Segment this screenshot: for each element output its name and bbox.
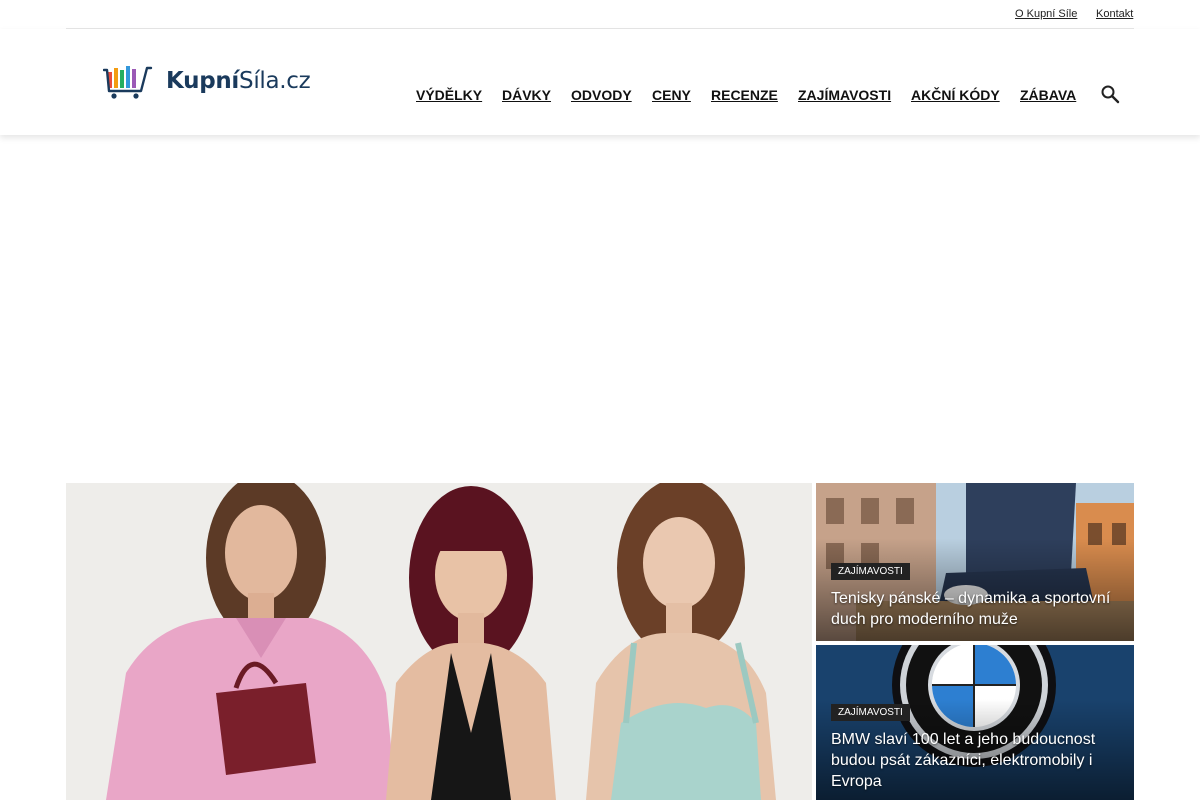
search-icon[interactable]: [1100, 84, 1120, 104]
category-badge[interactable]: ZAJÍMAVOSTI: [831, 704, 910, 721]
featured-article-side-1[interactable]: ZAJÍMAVOSTI Tenisky pánské – dynamika a …: [816, 483, 1134, 641]
ad-placeholder: [66, 135, 1134, 483]
category-badge[interactable]: ZAJÍMAVOSTI: [831, 563, 910, 580]
nav-item-odvody[interactable]: ODVODY: [571, 87, 632, 103]
article-title[interactable]: BMW slaví 100 let a jeho budoucnost budo…: [831, 729, 1116, 792]
featured-article-main[interactable]: [66, 483, 812, 800]
about-link[interactable]: O Kupní Síle: [1015, 8, 1077, 20]
top-utility-bar: O Kupní Síle Kontakt: [66, 0, 1134, 29]
site-header: KupníSíla.cz VÝDĚLKY DÁVKY ODVODY CENY R…: [0, 29, 1200, 135]
contact-link[interactable]: Kontakt: [1096, 8, 1133, 20]
nav-item-ceny[interactable]: CENY: [652, 87, 691, 103]
main-navigation: VÝDĚLKY DÁVKY ODVODY CENY RECENZE ZAJÍMA…: [0, 87, 1200, 107]
article-title[interactable]: Tenisky pánské – dynamika a sportovní du…: [831, 588, 1116, 630]
nav-item-zajimavosti[interactable]: ZAJÍMAVOSTI: [798, 87, 891, 103]
nav-item-davky[interactable]: DÁVKY: [502, 87, 551, 103]
nav-item-recenze[interactable]: RECENZE: [711, 87, 778, 103]
featured-article-side-2[interactable]: ZAJÍMAVOSTI BMW slaví 100 let a jeho bud…: [816, 645, 1134, 800]
nav-item-akcni-kody[interactable]: AKČNÍ KÓDY: [911, 87, 1000, 103]
nav-item-vydelky[interactable]: VÝDĚLKY: [416, 87, 482, 103]
nav-item-zabava[interactable]: ZÁBAVA: [1020, 87, 1076, 103]
featured-main-image: [66, 483, 812, 800]
